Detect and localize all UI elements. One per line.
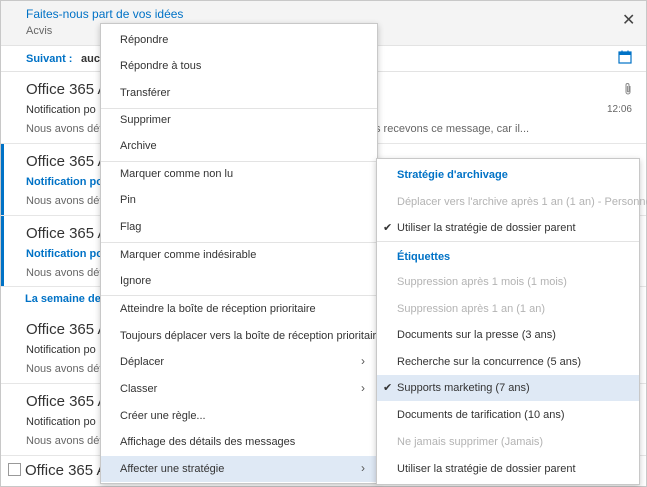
submenu-header-labels: Étiquettes: [377, 242, 639, 268]
mail-preview: Nous avons dét: [26, 435, 103, 447]
menu-item-label: Archive: [120, 140, 157, 152]
submenu-item-marketing[interactable]: ✔ Supports marketing (7 ans): [377, 375, 639, 401]
menu-item-create-rule[interactable]: Créer une règle...: [101, 403, 377, 429]
submenu-header-archive: Stratégie d'archivage: [377, 160, 639, 186]
menu-item-label: Pin: [120, 194, 136, 206]
submenu-item-label: Suppression après 1 mois (1 mois): [397, 276, 567, 288]
submenu-header-label: Étiquettes: [397, 251, 451, 263]
context-menu: Répondre Répondre à tous Transférer Supp…: [100, 23, 382, 484]
menu-item-forward[interactable]: Transférer: [101, 80, 377, 106]
next-label: Suivant :: [26, 53, 73, 65]
menu-item-mark-unread[interactable]: Marquer comme non lu: [101, 161, 377, 187]
menu-item-view-details[interactable]: Affichage des détails des messages: [101, 429, 377, 455]
chevron-right-icon: ›: [361, 461, 365, 475]
menu-item-always-move-focused[interactable]: Toujours déplacer vers la boîte de récep…: [101, 323, 382, 349]
mail-subject: Notification po: [26, 176, 103, 188]
mail-sender: Office 365 A: [26, 153, 108, 170]
menu-item-label: Atteindre la boîte de réception priorita…: [120, 303, 316, 315]
menu-item-flag[interactable]: Flag: [101, 214, 377, 240]
mail-subject: Notification po: [26, 104, 96, 116]
menu-item-label: Marquer comme non lu: [120, 168, 234, 180]
mail-preview: Nous avons dét: [26, 363, 103, 375]
submenu-header-label: Stratégie d'archivage: [397, 169, 508, 181]
submenu-item-never-delete: Ne jamais supprimer (Jamais): [377, 429, 639, 455]
submenu-item-press-docs[interactable]: Documents sur la presse (3 ans): [377, 322, 639, 348]
banner-subtitle: Acvis: [26, 25, 53, 37]
menu-item-label: Classer: [120, 383, 158, 395]
submenu-item-label: Documents de tarification (10 ans): [397, 409, 565, 421]
menu-item-delete[interactable]: Supprimer: [101, 107, 377, 133]
menu-item-mark-junk[interactable]: Marquer comme indésirable: [101, 242, 377, 268]
mail-sender: Office 365 A: [26, 393, 108, 410]
chevron-right-icon: ›: [361, 381, 365, 395]
submenu-item-label: Recherche sur la concurrence (5 ans): [397, 356, 582, 368]
submenu-item-label: Utiliser la stratégie de dossier parent: [397, 463, 576, 475]
banner-title-link[interactable]: Faites-nous part de vos idées: [26, 7, 183, 21]
menu-item-archive[interactable]: Archive: [101, 133, 377, 159]
submenu-item-archive-1yr: Déplacer vers l'archive après 1 an (1 an…: [377, 189, 647, 215]
mail-preview-tail: s recevons ce message, car il...: [375, 123, 530, 135]
menu-item-label: Déplacer: [120, 356, 165, 368]
submenu-item-label: Documents sur la presse (3 ans): [397, 329, 556, 341]
mail-preview: Nous avons dét: [26, 123, 103, 135]
menu-item-reply[interactable]: Répondre: [101, 27, 377, 53]
menu-item-label: Transférer: [120, 87, 171, 99]
menu-item-ignore[interactable]: Ignore: [101, 268, 377, 294]
menu-item-label: Répondre à tous: [120, 60, 202, 72]
mail-sender: Office 365 A: [26, 321, 108, 338]
menu-item-label: Marquer comme indésirable: [120, 249, 257, 261]
submenu-item-label: Déplacer vers l'archive après 1 an (1 an…: [397, 196, 647, 208]
policy-submenu: Stratégie d'archivage Déplacer vers l'ar…: [376, 158, 647, 485]
mail-preview: Nous avons dét: [26, 267, 103, 279]
submenu-item-pricing[interactable]: Documents de tarification (10 ans): [377, 402, 639, 428]
mail-time: 12:06: [606, 104, 632, 115]
menu-item-reply-all[interactable]: Répondre à tous: [101, 53, 377, 79]
close-icon[interactable]: ✕: [622, 13, 635, 29]
menu-item-categorize[interactable]: Classer ›: [101, 376, 377, 402]
menu-item-label: Ignore: [120, 275, 152, 287]
submenu-item-label: Utiliser la stratégie de dossier parent: [397, 222, 576, 234]
mail-subject: Notification po: [26, 344, 96, 356]
menu-item-label: Affichage des détails des messages: [120, 436, 296, 448]
submenu-item-label-parent[interactable]: Utiliser la stratégie de dossier parent: [377, 456, 639, 482]
submenu-item-competition[interactable]: Recherche sur la concurrence (5 ans): [377, 349, 639, 375]
menu-item-label: Toujours déplacer vers la boîte de récep…: [120, 330, 383, 342]
submenu-item-delete-1yr: Suppression après 1 an (1 an): [377, 296, 639, 322]
mail-sender: Office 365 A: [26, 81, 108, 98]
menu-item-move[interactable]: Déplacer ›: [101, 349, 377, 375]
mail-sender: Office 365 A: [25, 462, 107, 479]
submenu-item-label: Ne jamais supprimer (Jamais): [397, 436, 544, 448]
menu-item-label: Créer une règle...: [120, 410, 206, 422]
submenu-item-label: Supports marketing (7 ans): [397, 382, 530, 394]
chevron-right-icon: ›: [361, 354, 365, 368]
mail-select-checkbox[interactable]: [8, 463, 21, 476]
mail-subject: Notification po: [26, 248, 103, 260]
mail-preview: Nous avons dét: [26, 195, 103, 207]
calendar-icon[interactable]: [618, 50, 632, 64]
mail-sender: Office 365 A: [26, 225, 108, 242]
menu-item-pin[interactable]: Pin: [101, 187, 377, 213]
submenu-item-label: Suppression après 1 an (1 an): [397, 303, 545, 315]
menu-item-label: Flag: [120, 221, 142, 233]
section-header: La semaine der: [25, 293, 106, 305]
menu-item-label: Supprimer: [120, 114, 171, 126]
paperclip-icon: [625, 83, 631, 95]
submenu-item-archive-parent[interactable]: ✔ Utiliser la stratégie de dossier parent: [377, 215, 639, 241]
checkmark-icon: ✔: [383, 222, 393, 234]
menu-item-assign-policy[interactable]: Affecter une stratégie ›: [101, 456, 377, 482]
submenu-item-delete-1mo: Suppression après 1 mois (1 mois): [377, 269, 639, 295]
checkmark-icon: ✔: [383, 382, 393, 394]
mail-subject: Notification po: [26, 416, 96, 428]
menu-item-goto-focused[interactable]: Atteindre la boîte de réception priorita…: [101, 296, 377, 322]
menu-item-label: Affecter une stratégie: [120, 463, 225, 475]
menu-item-label: Répondre: [120, 34, 169, 46]
